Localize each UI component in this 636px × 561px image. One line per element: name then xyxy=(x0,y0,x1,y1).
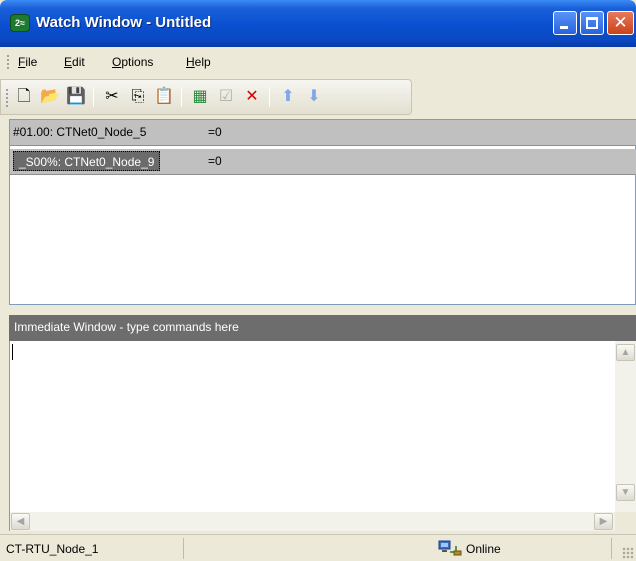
minimize-button[interactable] xyxy=(553,11,577,35)
immediate-window-input[interactable]: ▲ ▼ ◀ ▶ xyxy=(9,341,636,531)
toolbar-separator xyxy=(93,87,94,107)
toolbar-separator xyxy=(181,87,182,107)
watch-row[interactable]: #01.00: CTNet0_Node_5 =0 xyxy=(10,120,636,146)
scrollbar-corner xyxy=(615,512,636,531)
menu-help[interactable]: Help xyxy=(186,55,211,69)
horizontal-scrollbar[interactable]: ◀ ▶ xyxy=(10,512,615,531)
vertical-scrollbar[interactable]: ▲ ▼ xyxy=(615,341,636,512)
scroll-down-button[interactable]: ▼ xyxy=(616,484,635,501)
minimize-icon xyxy=(560,26,568,29)
immediate-window-header: Immediate Window - type commands here xyxy=(9,315,636,341)
status-node: CT-RTU_Node_1 xyxy=(6,542,99,556)
close-button[interactable]: ✕ xyxy=(607,11,634,35)
paste-icon[interactable]: 📋 xyxy=(153,86,175,108)
menu-file-label: ile xyxy=(25,55,38,69)
add-watch-icon[interactable]: ▦ xyxy=(189,86,211,108)
menu-edit-label: dit xyxy=(72,55,85,69)
move-up-icon[interactable]: ⬆ xyxy=(277,86,299,108)
properties-icon[interactable]: ☑ xyxy=(215,86,237,108)
delete-icon[interactable]: ✕ xyxy=(241,86,263,108)
menu-bar: File Edit Options Help xyxy=(0,47,636,77)
watch-value: =0 xyxy=(208,154,222,168)
resize-grip[interactable] xyxy=(622,547,634,559)
scroll-up-button[interactable]: ▲ xyxy=(616,344,635,361)
status-connection: Online xyxy=(466,542,501,556)
copy-icon[interactable]: ⎘ xyxy=(127,86,149,108)
menu-edit[interactable]: Edit xyxy=(64,55,85,69)
new-icon[interactable]: 🗋 xyxy=(13,86,35,108)
menu-edit-accel: E xyxy=(64,55,73,69)
cut-icon[interactable]: ✂ xyxy=(101,86,123,108)
menu-file[interactable]: File xyxy=(18,55,37,69)
save-icon[interactable]: 💾 xyxy=(65,86,87,108)
app-icon[interactable]: 2≈ xyxy=(10,14,30,32)
menu-options-label: ptions xyxy=(121,55,154,69)
window-title: Watch Window - Untitled xyxy=(36,14,212,31)
menu-help-accel: H xyxy=(186,55,195,69)
network-icon xyxy=(438,540,462,556)
watch-list[interactable]: #01.00: CTNet0_Node_5 =0 _S00%: CTNet0_N… xyxy=(9,119,636,305)
watch-name: _S00%: CTNet0_Node_9 xyxy=(13,151,161,171)
menu-options-accel: O xyxy=(112,55,122,69)
watch-row-selected[interactable]: _S00%: CTNet0_Node_9 =0 xyxy=(10,149,636,175)
watch-value: =0 xyxy=(208,125,222,139)
toolbar: 🗋 📂 💾 ✂ ⎘ 📋 ▦ ☑ ✕ ⬆ ⬇ xyxy=(0,79,412,115)
title-bar[interactable]: 2≈ Watch Window - Untitled ✕ xyxy=(0,0,636,47)
toolbar-grip[interactable] xyxy=(6,89,9,107)
status-bar: CT-RTU_Node_1 Online xyxy=(0,534,636,561)
text-caret xyxy=(12,344,13,360)
menu-help-label: elp xyxy=(194,55,211,69)
menu-options[interactable]: Options xyxy=(112,55,153,69)
scroll-left-button[interactable]: ◀ xyxy=(11,513,30,530)
move-down-icon[interactable]: ⬇ xyxy=(303,86,325,108)
watch-name: #01.00: CTNet0_Node_5 xyxy=(13,125,147,139)
toolbar-separator xyxy=(269,87,270,107)
pane-splitter[interactable] xyxy=(9,305,636,315)
open-icon[interactable]: 📂 xyxy=(39,86,61,108)
maximize-icon xyxy=(586,17,598,29)
status-panel-connection xyxy=(184,538,612,559)
close-icon: ✕ xyxy=(613,13,628,32)
menubar-grip[interactable] xyxy=(7,55,10,69)
scroll-right-button[interactable]: ▶ xyxy=(594,513,613,530)
maximize-button[interactable] xyxy=(580,11,604,35)
